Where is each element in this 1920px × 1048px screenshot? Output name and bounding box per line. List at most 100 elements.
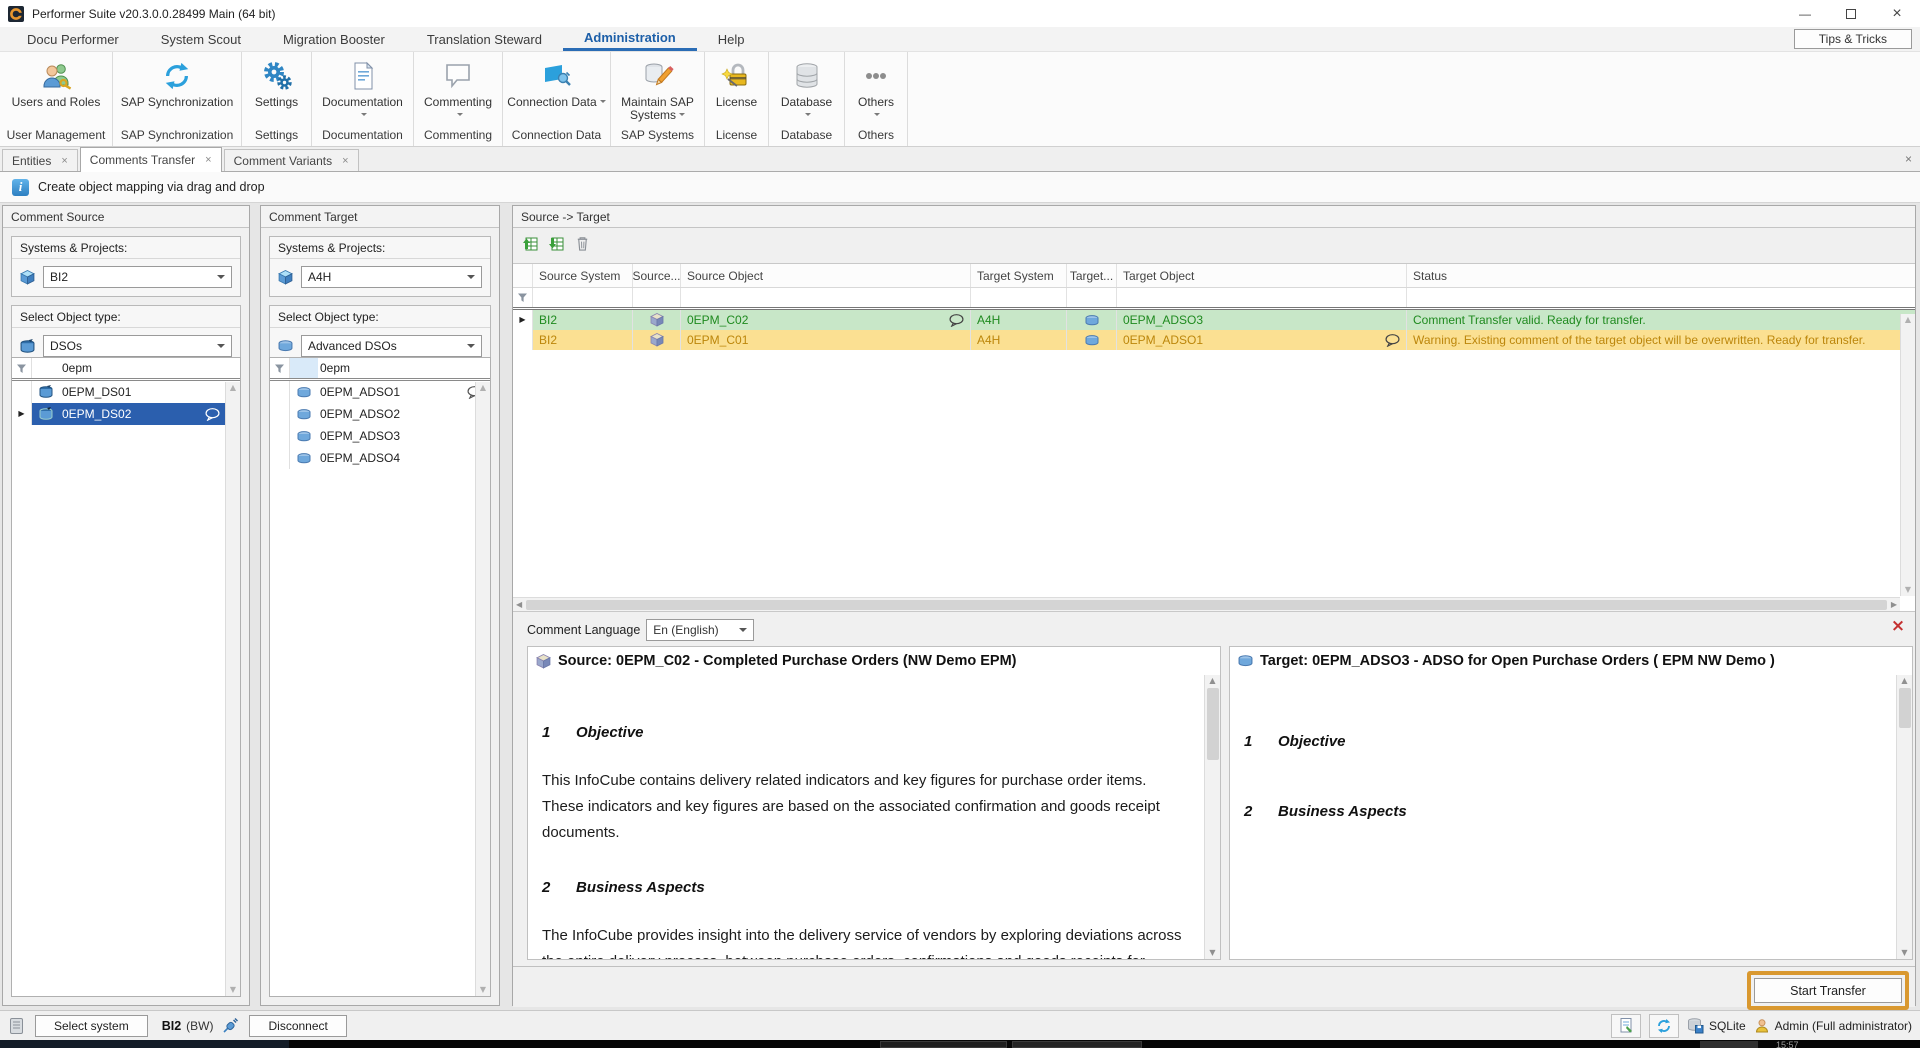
menu-tab-docu-performer[interactable]: Docu Performer xyxy=(6,27,140,51)
select-system-button[interactable]: Select system xyxy=(35,1015,148,1037)
taskbar-window-thumb[interactable] xyxy=(880,1041,1007,1048)
tab-comments-transfer[interactable]: Comments Transfer× xyxy=(80,147,222,172)
list-scrollbar[interactable]: ▲ ▼ xyxy=(225,382,240,996)
systems-projects-label: Systems & Projects: xyxy=(12,237,240,259)
ribbon-group-label: Database xyxy=(769,127,844,146)
target-object-type-select[interactable]: Advanced DSOs xyxy=(301,335,482,357)
list-item-selected[interactable]: ▶ 0EPM_DS02 xyxy=(12,403,240,425)
scroll-down-icon[interactable]: ▼ xyxy=(480,986,486,994)
taskbar-tray[interactable] xyxy=(1700,1041,1758,1048)
connected-system-type: (BW) xyxy=(186,1019,213,1033)
ribbon-group-user-management[interactable]: Users and Roles User Management xyxy=(0,52,113,146)
tab-entities[interactable]: Entities× xyxy=(2,149,78,171)
sqlite-db-icon xyxy=(1687,1017,1704,1034)
filter-text[interactable]: 0epm xyxy=(318,361,490,375)
mapping-row[interactable]: BI2 0EPM_C01 A4H 0EPM_ADSO1 Warning. Exi… xyxy=(513,330,1915,350)
source-object-type-select[interactable]: DSOs xyxy=(43,335,232,357)
filter-text[interactable]: 0epm xyxy=(60,361,240,375)
scroll-right-icon[interactable]: ▶ xyxy=(1891,601,1897,609)
ribbon-group-database[interactable]: Database Database xyxy=(769,52,845,146)
scrollbar-thumb[interactable] xyxy=(1899,688,1911,728)
scroll-up-icon[interactable]: ▲ xyxy=(1905,316,1911,324)
column-header[interactable]: Source System xyxy=(533,264,633,287)
menu-tab-translation-steward[interactable]: Translation Steward xyxy=(406,27,563,51)
list-scrollbar[interactable]: ▲ ▼ xyxy=(475,382,490,996)
list-item[interactable]: 0EPM_ADSO1 xyxy=(270,381,490,403)
ribbon-group-commenting[interactable]: Commenting Commenting xyxy=(414,52,503,146)
scroll-up-icon[interactable]: ▲ xyxy=(1901,677,1907,685)
taskbar-window-thumb[interactable] xyxy=(1012,1041,1142,1048)
grid-horizontal-scrollbar[interactable]: ◀ ▶ xyxy=(513,597,1900,611)
preview-scrollbar[interactable]: ▲ ▼ xyxy=(1896,675,1912,959)
ribbon-group-settings[interactable]: Settings Settings xyxy=(242,52,312,146)
column-header[interactable]: Status xyxy=(1407,264,1915,287)
column-header[interactable]: Source Object xyxy=(681,264,971,287)
column-header[interactable]: Target... xyxy=(1067,264,1117,287)
ribbon-group-sap-synchronization[interactable]: SAP Synchronization SAP Synchronization xyxy=(113,52,242,146)
export-excel-button[interactable] xyxy=(522,235,539,252)
comment-target-panel: Comment Target Systems & Projects: A4H S… xyxy=(260,205,500,1006)
scroll-down-icon[interactable]: ▼ xyxy=(1905,586,1911,594)
report-button[interactable] xyxy=(1611,1014,1641,1038)
tab-close-icon[interactable]: × xyxy=(342,155,348,167)
list-item[interactable]: 0EPM_ADSO3 xyxy=(270,425,490,447)
menu-tab-administration[interactable]: Administration xyxy=(563,27,697,51)
list-item[interactable]: 0EPM_ADSO4 xyxy=(270,447,490,469)
refresh-button[interactable] xyxy=(1649,1014,1679,1038)
export-excel-alt-button[interactable] xyxy=(548,235,565,252)
scroll-up-icon[interactable]: ▲ xyxy=(1209,677,1215,685)
ribbon-group-label: User Management xyxy=(0,127,112,146)
scroll-down-icon[interactable]: ▼ xyxy=(1209,949,1215,957)
preview-scrollbar[interactable]: ▲ ▼ xyxy=(1204,675,1220,959)
comment-language-select[interactable]: En (English) xyxy=(646,619,754,641)
tab-comment-variants[interactable]: Comment Variants× xyxy=(224,149,359,171)
plug-icon xyxy=(221,1017,239,1035)
delete-mapping-button[interactable] xyxy=(574,235,591,252)
ribbon-group-license[interactable]: License License xyxy=(705,52,769,146)
system-cube-icon xyxy=(20,270,35,285)
scrollbar-thumb[interactable] xyxy=(1207,688,1219,760)
list-item[interactable]: 0EPM_DS01 xyxy=(12,381,240,403)
chevron-down-icon xyxy=(805,113,811,119)
target-system-select[interactable]: A4H xyxy=(301,266,482,288)
ribbon-group-label: SAP Systems xyxy=(611,127,704,146)
grid-filter-row[interactable] xyxy=(513,288,1915,310)
tips-tricks-button[interactable]: Tips & Tricks xyxy=(1794,29,1912,49)
maximize-button[interactable] xyxy=(1828,0,1874,27)
source-system-select[interactable]: BI2 xyxy=(43,266,232,288)
maximize-icon xyxy=(1846,9,1856,19)
scroll-down-icon[interactable]: ▼ xyxy=(1901,949,1907,957)
disconnect-button[interactable]: Disconnect xyxy=(249,1015,346,1037)
tab-strip-close-icon[interactable]: × xyxy=(1905,152,1912,166)
menu-tab-migration-booster[interactable]: Migration Booster xyxy=(262,27,406,51)
column-header[interactable]: Source... xyxy=(633,264,681,287)
list-filter-row[interactable]: 0epm xyxy=(12,358,240,381)
menu-tab-help[interactable]: Help xyxy=(697,27,766,51)
list-filter-row[interactable]: 0epm xyxy=(270,358,490,381)
ribbon-group-sap-systems[interactable]: Maintain SAP Systems SAP Systems xyxy=(611,52,705,146)
grid-vertical-scrollbar[interactable]: ▲ ▼ xyxy=(1900,314,1915,596)
mapping-row[interactable]: ▶ BI2 0EPM_C02 A4H 0EPM_ADSO3 Comment Tr… xyxy=(513,310,1915,330)
scroll-left-icon[interactable]: ◀ xyxy=(516,601,522,609)
close-preview-button[interactable]: × xyxy=(1889,617,1907,635)
ribbon-button-label: Others xyxy=(858,96,894,127)
scroll-up-icon[interactable]: ▲ xyxy=(230,384,236,392)
connected-system: BI2 xyxy=(162,1019,181,1033)
list-item[interactable]: 0EPM_ADSO2 xyxy=(270,403,490,425)
scroll-down-icon[interactable]: ▼ xyxy=(230,986,236,994)
column-header[interactable]: Target Object xyxy=(1117,264,1407,287)
ribbon-group-documentation[interactable]: Documentation Documentation xyxy=(312,52,414,146)
panel-title: Comment Target xyxy=(261,206,499,228)
minimize-button[interactable]: — xyxy=(1782,0,1828,27)
ribbon-group-others[interactable]: Others Others xyxy=(845,52,908,146)
scrollbar-thumb[interactable] xyxy=(526,600,1887,610)
column-header[interactable]: Target System xyxy=(971,264,1067,287)
tab-close-icon[interactable]: × xyxy=(205,154,211,166)
scroll-up-icon[interactable]: ▲ xyxy=(480,384,486,392)
windows-taskbar[interactable]: 15:57 xyxy=(0,1040,1920,1048)
tab-close-icon[interactable]: × xyxy=(61,155,67,167)
close-button[interactable]: × xyxy=(1874,0,1920,27)
menu-tab-system-scout[interactable]: System Scout xyxy=(140,27,262,51)
start-transfer-button[interactable]: Start Transfer xyxy=(1754,978,1902,1003)
ribbon-group-connection-data[interactable]: Connection Data Connection Data xyxy=(503,52,611,146)
